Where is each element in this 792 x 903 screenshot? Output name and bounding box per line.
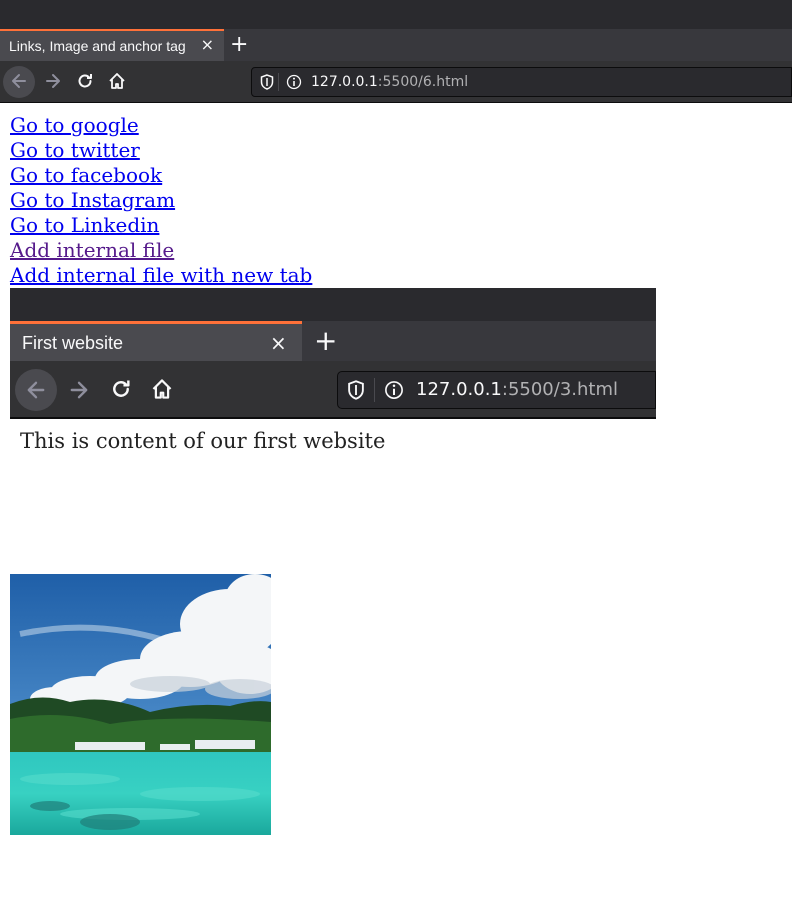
url-text: 127.0.0.1:5500/6.html [311,74,468,90]
info-icon[interactable] [286,74,302,95]
screenshot-tab: First website × [10,321,302,361]
screenshot-tab-title: First website [22,333,124,353]
tab-title: Links, Image and anchor tag [9,38,186,54]
beach-photo-image[interactable] [10,574,271,835]
screenshot-toolbar: 127.0.0.1:5500/3.html [10,361,656,419]
link-list: Go to google Go to twitter Go to faceboo… [10,113,312,288]
url-separator [278,73,279,91]
window-titlebar [0,0,792,29]
screenshot-reload-icon [113,380,130,397]
link-twitter[interactable]: Go to twitter [10,138,312,163]
link-google[interactable]: Go to google [10,113,312,138]
screenshot-url-path: :5500/3.html [501,379,619,400]
link-instagram[interactable]: Go to Instagram [10,188,312,213]
home-icon[interactable] [105,69,129,93]
screenshot-tab-strip: First website × + [10,321,656,361]
screenshot-info-icon [385,381,403,399]
screenshot-url-bar: 127.0.0.1:5500/3.html [337,371,656,409]
close-tab-icon[interactable]: × [201,35,214,54]
screenshot-new-tab-icon: + [314,324,338,357]
tab-active[interactable]: Links, Image and anchor tag × [0,29,224,61]
reload-icon[interactable] [73,69,97,93]
shield-icon[interactable] [260,74,274,95]
link-linkedin[interactable]: Go to Linkedin [10,213,312,238]
url-path: :5500/6.html [377,74,469,90]
embedded-screenshot-image[interactable]: First website × + 127.0.0.1:5500/3.html … [10,288,656,518]
tab-strip: Links, Image and anchor tag × + [0,29,792,61]
screenshot-home-icon [152,379,172,399]
link-internal-file-new-tab[interactable]: Add internal file with new tab [10,263,312,288]
screenshot-titlebar [10,288,656,321]
new-tab-button[interactable]: + [230,32,248,57]
link-internal-file[interactable]: Add internal file [10,238,312,263]
screenshot-url-text: 127.0.0.1:5500/3.html [416,379,618,400]
screenshot-content-text: This is content of our first website [20,429,386,453]
nav-toolbar: 127.0.0.1:5500/6.html [0,61,792,103]
screenshot-forward-arrow-icon [70,381,88,399]
screenshot-back-arrow-icon [27,381,45,399]
screenshot-shield-icon [348,380,364,400]
back-arrow-icon[interactable] [7,69,31,93]
screenshot-url-separator [374,378,375,402]
url-bar[interactable]: 127.0.0.1:5500/6.html [251,67,792,97]
forward-arrow-icon[interactable] [41,69,65,93]
screenshot-url-host: 127.0.0.1 [416,379,502,400]
link-facebook[interactable]: Go to facebook [10,163,312,188]
screenshot-close-icon: × [270,331,287,355]
url-host: 127.0.0.1 [311,74,378,90]
